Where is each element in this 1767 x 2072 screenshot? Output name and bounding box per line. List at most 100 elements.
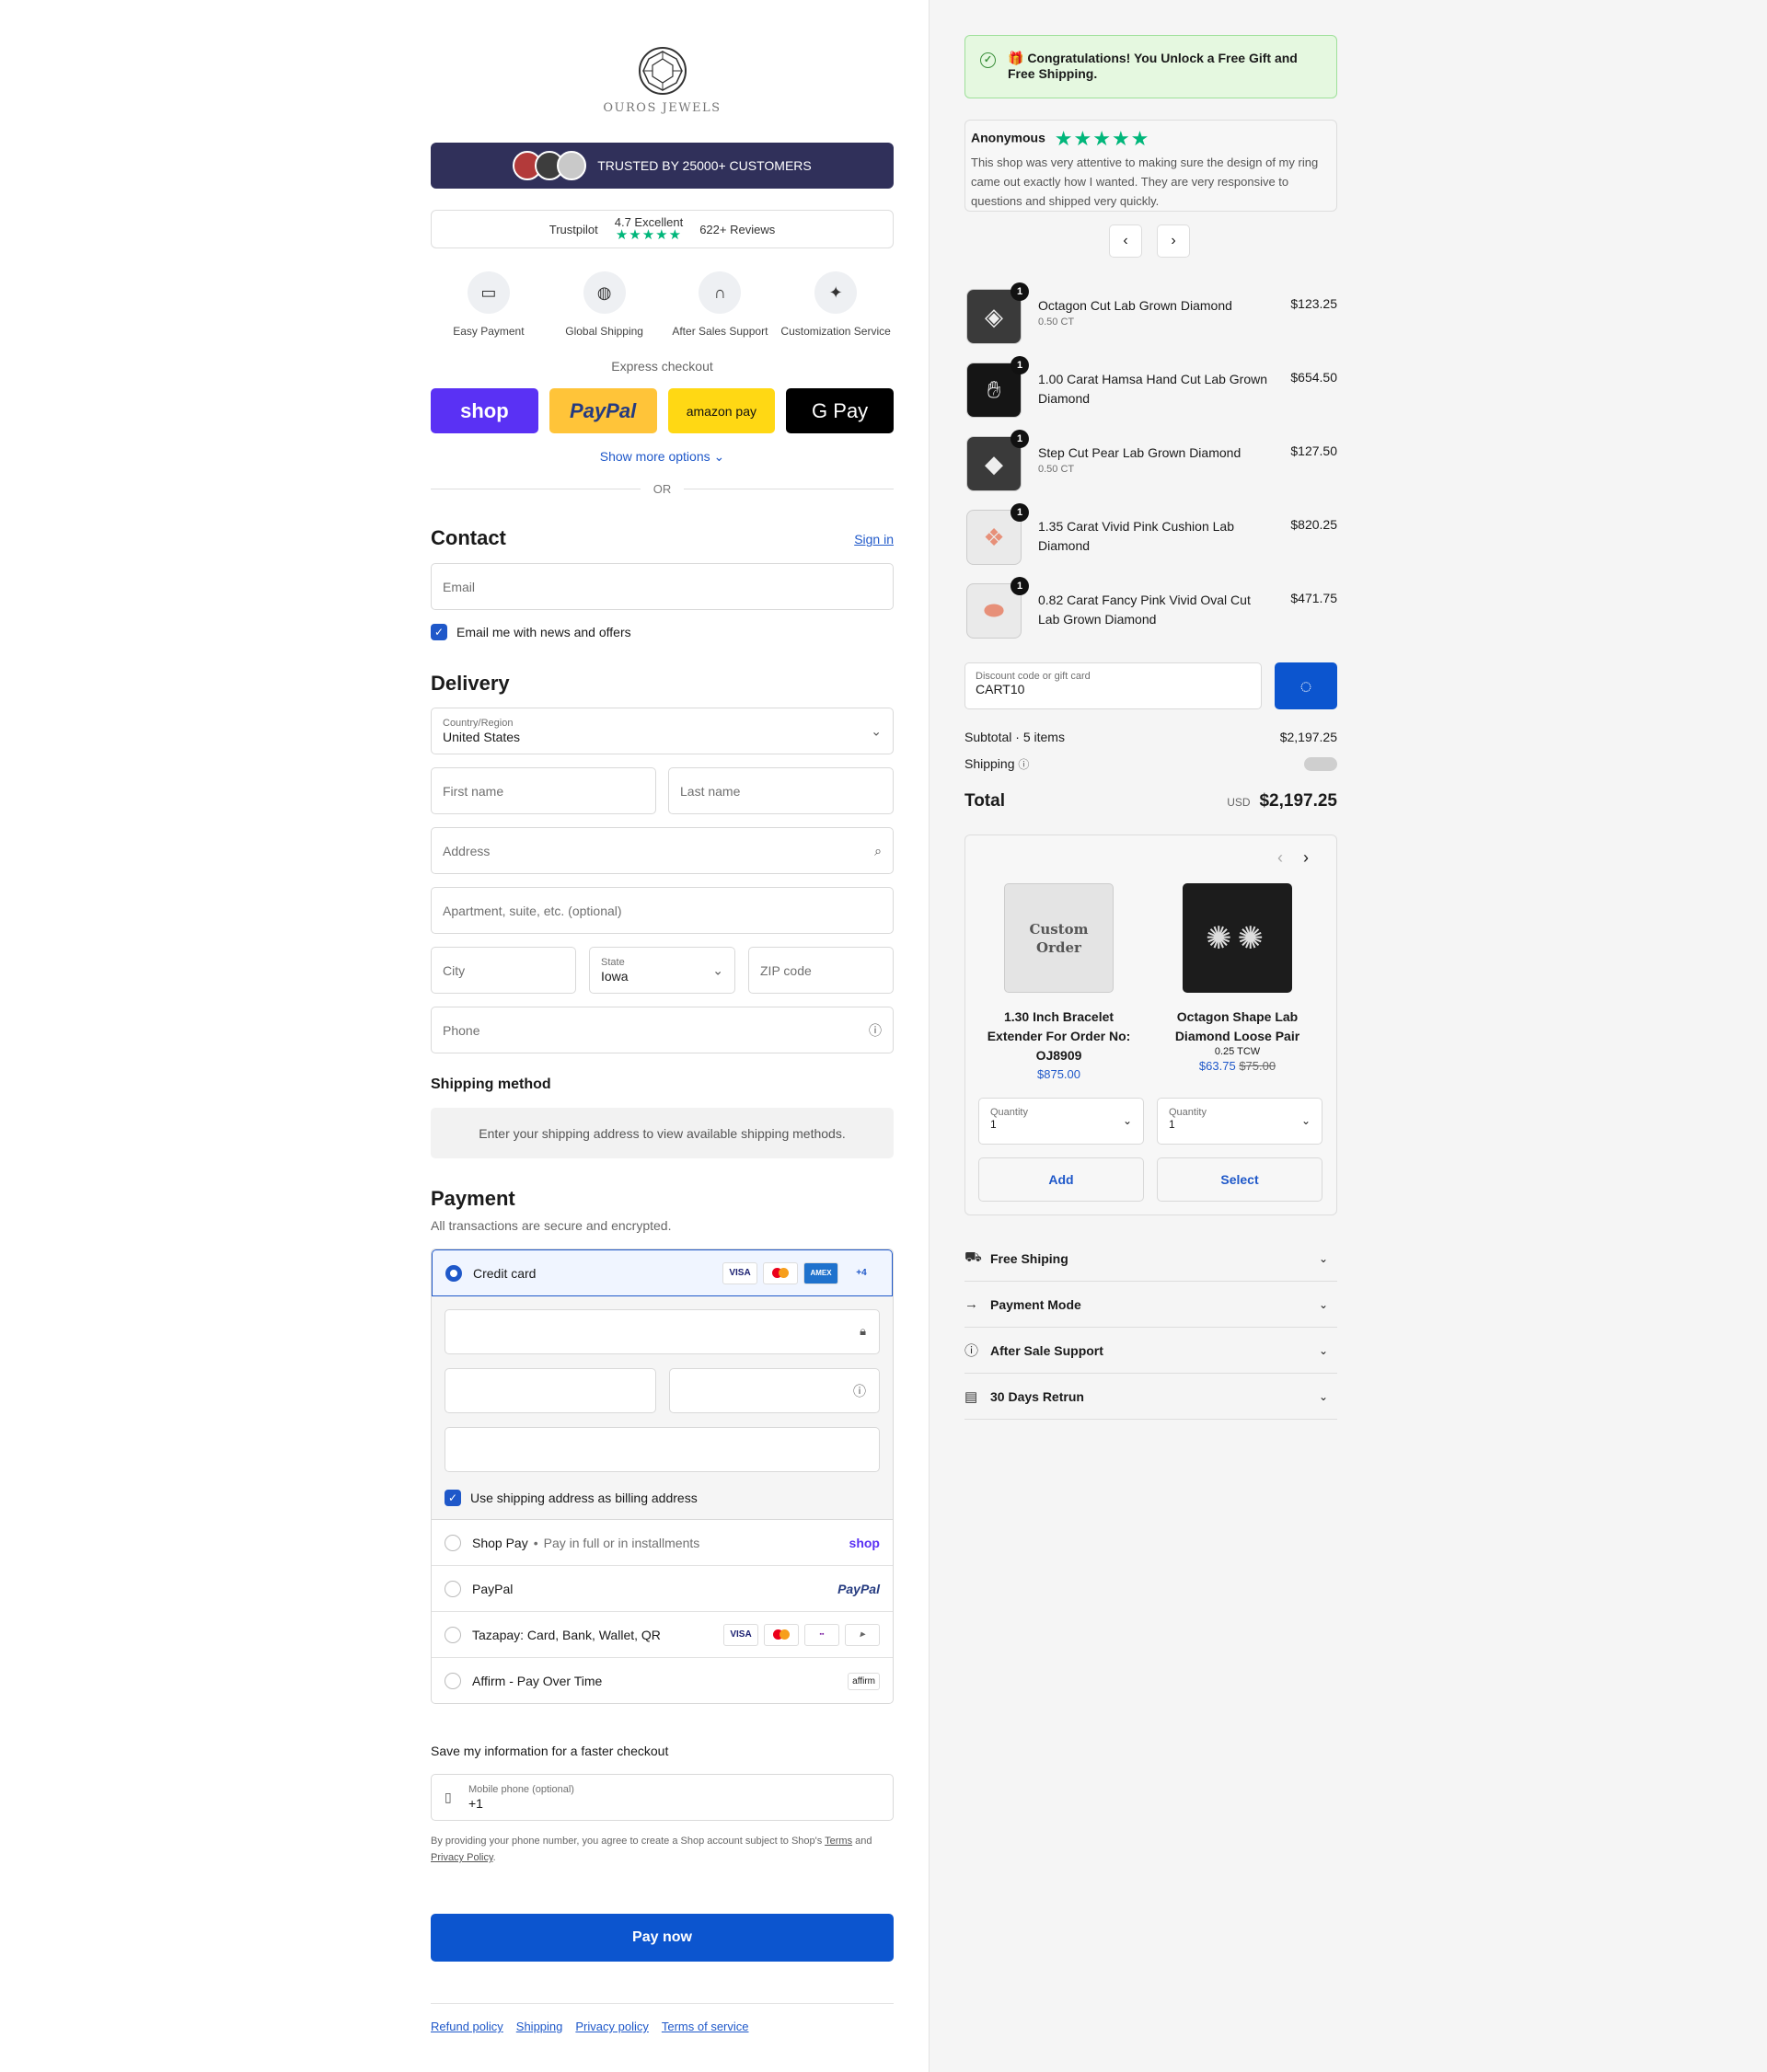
accordion-30-days-return[interactable]: ▤ 30 Days Retrun ⌄ <box>964 1374 1337 1420</box>
quantity-badge: 1 <box>1011 356 1029 374</box>
product-image: ✺✺ <box>1183 883 1292 993</box>
add-upsell-button[interactable]: Add <box>978 1157 1144 1202</box>
phone-field[interactable]: Phone ⓘ <box>431 1007 894 1053</box>
apartment-field[interactable]: Apartment, suite, etc. (optional) <box>431 887 894 934</box>
show-more-options-link[interactable]: Show more options ⌄ <box>431 449 894 465</box>
tazapay-label: Tazapay: Card, Bank, Wallet, QR <box>472 1627 661 1642</box>
select-upsell-button[interactable]: Select <box>1157 1157 1322 1202</box>
zip-field[interactable]: ZIP code <box>748 947 894 994</box>
diamond-logo-icon <box>638 47 687 95</box>
subtotal-row: Subtotal · 5 items $2,197.25 <box>964 730 1337 744</box>
chevron-down-icon: ⌄ <box>1300 1114 1311 1127</box>
customer-review: Anonymous ★★★★★ This shop was very atten… <box>964 120 1337 212</box>
chevron-down-icon: ⌄ <box>1318 1251 1328 1265</box>
shipping-method-message: Enter your shipping address to view avai… <box>479 1125 846 1141</box>
state-select[interactable]: State Iowa ⌄ <box>589 947 735 994</box>
affirm-label: Affirm - Pay Over Time <box>472 1674 603 1688</box>
privacy-link[interactable]: Privacy Policy <box>431 1852 493 1863</box>
chevron-right-icon[interactable]: › <box>1157 224 1190 258</box>
quantity-select[interactable]: Quantity 1 ⌄ <box>978 1098 1144 1145</box>
quantity-badge: 1 <box>1011 503 1029 522</box>
terms-link[interactable]: Terms <box>825 1836 852 1847</box>
state-value: Iowa <box>601 969 629 984</box>
payment-heading: Payment <box>431 1187 515 1210</box>
security-code-field[interactable]: ⓘ <box>669 1368 880 1413</box>
radio-icon <box>445 1580 461 1597</box>
chevron-down-icon: ⌄ <box>1318 1389 1328 1403</box>
upsell-product: Custom Order 1.30 Inch Bracelet Extender… <box>978 883 1139 1084</box>
accordion-payment-mode[interactable]: → Payment Mode ⌄ <box>964 1282 1337 1328</box>
footer-link-refund[interactable]: Refund policy <box>431 2020 503 2033</box>
email-field[interactable]: Email <box>431 563 894 610</box>
quantity-select[interactable]: Quantity 1 ⌄ <box>1157 1098 1322 1145</box>
credit-card-label: Credit card <box>473 1265 537 1281</box>
first-name-field[interactable]: First name <box>431 767 656 814</box>
payment-option-paypal[interactable]: PayPal PayPal <box>432 1566 893 1612</box>
help-icon[interactable]: ⓘ <box>853 1382 866 1400</box>
payment-option-tazapay[interactable]: Tazapay: Card, Bank, Wallet, QR VISA ▪▪ … <box>432 1612 893 1658</box>
footer-link-shipping[interactable]: Shipping <box>516 2020 563 2033</box>
feature-label: Customization Service <box>780 325 891 338</box>
currency-code: USD <box>1227 796 1251 809</box>
card-number-field[interactable]: 🔒︎ <box>445 1309 880 1354</box>
state-label: State <box>601 957 625 968</box>
shop-pay-logo: shop <box>849 1535 880 1550</box>
total-value: $2,197.25 <box>1259 791 1337 811</box>
shop-pay-button[interactable]: shop <box>431 388 538 433</box>
product-price: $63.75 <box>1198 1059 1236 1073</box>
apply-discount-button[interactable]: ◌ <box>1275 662 1337 709</box>
review-author: Anonymous <box>971 130 1045 145</box>
help-icon[interactable]: ⓘ <box>1018 758 1029 771</box>
discount-code-field[interactable]: Discount code or gift card CART10 <box>964 662 1262 709</box>
item-price: $127.50 <box>1290 443 1337 458</box>
card-brands: VISA AMEX +4 <box>722 1261 879 1284</box>
chevron-down-icon: ⌄ <box>1122 1114 1132 1127</box>
footer-link-terms[interactable]: Terms of service <box>662 2020 749 2033</box>
shipping-value-placeholder <box>1304 757 1337 771</box>
billing-address-checkbox[interactable]: ✓ Use shipping address as billing addres… <box>445 1490 698 1506</box>
name-on-card-field[interactable] <box>445 1427 880 1472</box>
trustpilot-stars-icon: ★★★★★ <box>615 227 683 243</box>
sign-in-link[interactable]: Sign in <box>854 532 894 547</box>
chevron-right-icon[interactable]: › <box>1303 848 1309 868</box>
gift-unlock-text: 🎁 Congratulations! You Unlock a Free Gif… <box>1008 51 1298 81</box>
country-select[interactable]: Country/Region United States ⌄ <box>431 708 894 754</box>
paypal-button[interactable]: PayPal <box>549 388 657 433</box>
help-icon[interactable]: ⓘ <box>869 1021 882 1040</box>
address-field[interactable]: Address ⌕ <box>431 827 894 874</box>
chevron-left-icon[interactable]: ‹ <box>1109 224 1142 258</box>
footer-link-privacy[interactable]: Privacy policy <box>575 2020 648 2033</box>
payment-option-affirm[interactable]: Affirm - Pay Over Time affirm <box>432 1658 893 1703</box>
accordion-free-shipping[interactable]: ⛟ Free Shiping ⌄ <box>964 1236 1337 1282</box>
quantity-badge: 1 <box>1011 282 1029 301</box>
accordion-after-sale-support[interactable]: ⓘ After Sale Support ⌄ <box>964 1328 1337 1374</box>
mobile-phone-field[interactable]: ▯ Mobile phone (optional) +1 <box>431 1774 894 1821</box>
newsletter-checkbox[interactable]: ✓ Email me with news and offers <box>431 624 631 640</box>
amex-icon: AMEX <box>803 1261 838 1284</box>
payment-option-credit-card[interactable]: Credit card VISA AMEX +4 <box>432 1249 893 1296</box>
last-name-field[interactable]: Last name <box>668 767 894 814</box>
chevron-down-icon: ⌄ <box>1318 1343 1328 1357</box>
show-more-label: Show more options <box>599 449 710 464</box>
mastercard-icon <box>763 1261 798 1284</box>
checkbox-checked-icon: ✓ <box>431 624 447 640</box>
amazon-pay-button[interactable]: amazon pay <box>667 388 776 433</box>
quantity-badge: 1 <box>1011 430 1029 448</box>
or-label: OR <box>653 482 672 496</box>
radio-icon <box>445 1534 461 1551</box>
check-circle-icon: ✓ <box>980 52 996 68</box>
brand-logo[interactable]: OUROS JEWELS <box>431 46 894 115</box>
city-field[interactable]: City <box>431 947 576 994</box>
quantity-badge: 1 <box>1011 577 1029 595</box>
google-pay-button[interactable]: G Pay <box>786 388 894 433</box>
chevron-left-icon[interactable]: ‹ <box>1277 848 1283 868</box>
pay-now-button[interactable]: Pay now <box>431 1914 894 1962</box>
quantity-label: Quantity <box>1169 1107 1207 1118</box>
expiry-field[interactable] <box>445 1368 656 1413</box>
item-price: $123.25 <box>1290 296 1337 311</box>
payment-option-shop-pay[interactable]: Shop Pay • Pay in full or in installment… <box>432 1520 893 1566</box>
trustpilot-rating[interactable]: Trustpilot 4.7 Excellent ★★★★★ 622+ Revi… <box>431 210 894 248</box>
contact-heading: Contact <box>431 526 506 549</box>
last-name-placeholder: Last name <box>680 783 741 799</box>
paypal-logo: PayPal <box>837 1581 880 1596</box>
